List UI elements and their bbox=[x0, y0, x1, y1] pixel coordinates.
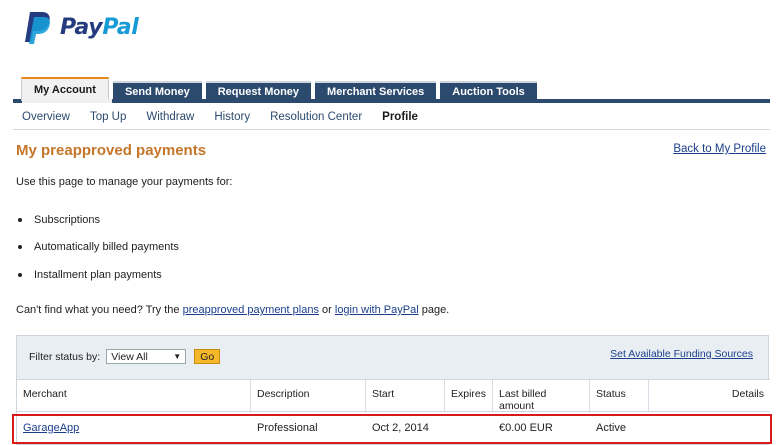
logo-text-pay: Pay bbox=[60, 14, 103, 40]
help-mid: or bbox=[318, 304, 335, 316]
list-item: Subscriptions bbox=[16, 206, 179, 234]
subnav-top-up[interactable]: Top Up bbox=[90, 111, 126, 123]
tab-request-money[interactable]: Request Money bbox=[205, 81, 312, 101]
subnav-profile[interactable]: Profile bbox=[382, 111, 418, 123]
intro-text: Use this page to manage your payments fo… bbox=[16, 176, 233, 188]
preapproved-payments-table: Merchant Description Start Expires Last … bbox=[17, 379, 770, 444]
tab-merchant-services[interactable]: Merchant Services bbox=[315, 81, 437, 101]
subnav-resolution-center[interactable]: Resolution Center bbox=[270, 111, 362, 123]
subnav-history[interactable]: History bbox=[214, 111, 250, 123]
set-funding-sources-link[interactable]: Set Available Funding Sources bbox=[610, 348, 753, 360]
bullet-icon bbox=[18, 217, 22, 222]
paypal-p-icon bbox=[25, 12, 50, 44]
payment-types-list: Subscriptions Automatically billed payme… bbox=[16, 206, 179, 289]
logo-text-pal: Pal bbox=[102, 14, 139, 40]
help-suffix: page. bbox=[418, 304, 450, 316]
status-filter-select[interactable]: View All ▼ bbox=[106, 349, 187, 364]
table-header: Merchant Description Start Expires Last … bbox=[17, 379, 770, 412]
merchant-link[interactable]: GarageApp bbox=[23, 422, 79, 434]
page-title: My preapproved payments bbox=[16, 142, 207, 159]
list-item-label: Installment plan payments bbox=[34, 268, 162, 281]
bullet-icon bbox=[18, 245, 22, 250]
list-item: Installment plan payments bbox=[16, 261, 179, 289]
paypal-logo[interactable]: PayPal bbox=[24, 10, 139, 44]
active-tab-connector bbox=[22, 99, 112, 103]
main-tabs: My Account Send Money Request Money Merc… bbox=[21, 77, 541, 101]
col-details: Details bbox=[731, 388, 764, 400]
tab-auction-tools[interactable]: Auction Tools bbox=[440, 81, 537, 101]
col-description: Description bbox=[251, 380, 366, 411]
row-description: Professional bbox=[257, 422, 318, 434]
go-button[interactable]: Go bbox=[194, 349, 221, 364]
list-item-label: Subscriptions bbox=[34, 213, 101, 226]
row-last-billed: €0.00 EUR bbox=[499, 422, 553, 434]
tab-send-money[interactable]: Send Money bbox=[112, 81, 202, 101]
dropdown-arrow-icon: ▼ bbox=[173, 352, 182, 361]
subnav-overview[interactable]: Overview bbox=[22, 111, 70, 123]
row-start: Oct 2, 2014 bbox=[372, 422, 429, 434]
table-row: GarageApp Professional Oct 2, 2014 €0.00… bbox=[17, 412, 770, 444]
bullet-icon bbox=[18, 272, 22, 277]
col-expires: Expires bbox=[445, 380, 493, 411]
col-status: Status bbox=[590, 380, 649, 411]
preapproved-plans-link[interactable]: preapproved payment plans bbox=[183, 304, 319, 316]
sub-navigation: Overview Top Up Withdraw History Resolut… bbox=[13, 104, 770, 130]
filter-row: Filter status by: View All ▼ Go bbox=[29, 349, 221, 364]
col-start: Start bbox=[366, 380, 445, 411]
list-item: Automatically billed payments bbox=[16, 234, 179, 262]
col-last-billed: Last billed amount bbox=[493, 380, 590, 412]
tab-my-account[interactable]: My Account bbox=[21, 77, 109, 101]
back-to-profile-link[interactable]: Back to My Profile bbox=[673, 143, 766, 155]
help-text: Can't find what you need? Try the preapp… bbox=[16, 304, 449, 316]
help-prefix: Can't find what you need? Try the bbox=[16, 304, 183, 316]
subnav-withdraw[interactable]: Withdraw bbox=[146, 111, 194, 123]
row-status: Active bbox=[596, 422, 626, 434]
col-merchant: Merchant bbox=[17, 380, 251, 411]
status-filter-value: View All bbox=[111, 350, 148, 363]
login-with-paypal-link[interactable]: login with PayPal bbox=[335, 304, 419, 316]
filter-label: Filter status by: bbox=[29, 350, 101, 363]
payments-panel: Filter status by: View All ▼ Go Set Avai… bbox=[16, 335, 770, 445]
list-item-label: Automatically billed payments bbox=[34, 241, 179, 254]
